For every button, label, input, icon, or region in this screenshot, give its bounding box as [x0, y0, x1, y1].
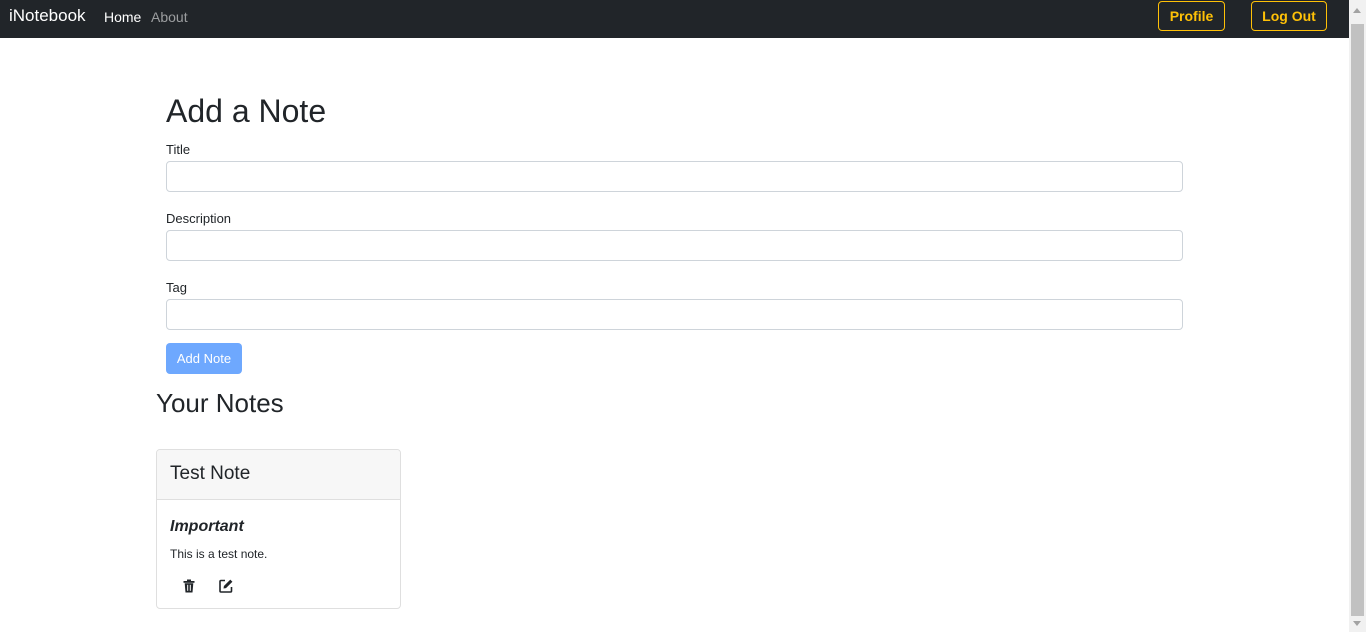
- title-input[interactable]: [166, 161, 1183, 192]
- your-notes-heading: Your Notes: [156, 388, 284, 418]
- scroll-down-arrow-icon[interactable]: [1353, 621, 1361, 626]
- profile-button[interactable]: Profile: [1158, 1, 1225, 31]
- scroll-up-arrow-icon[interactable]: [1353, 8, 1361, 13]
- edit-icon[interactable]: [218, 578, 234, 594]
- note-card-header: Test Note: [157, 450, 400, 500]
- add-note-heading: Add a Note: [166, 93, 327, 129]
- brand-logo-link[interactable]: iNotebook: [9, 6, 86, 26]
- description-input[interactable]: [166, 230, 1183, 261]
- note-title: Test Note: [170, 463, 251, 484]
- logout-button[interactable]: Log Out: [1251, 1, 1327, 31]
- nav-link-home[interactable]: Home: [104, 9, 141, 25]
- add-note-button[interactable]: Add Note: [166, 343, 242, 374]
- tag-input[interactable]: [166, 299, 1183, 330]
- description-label: Description: [166, 211, 232, 226]
- note-card: Test Note Important This is a test note.: [156, 449, 401, 609]
- page-scrollbar[interactable]: [1349, 0, 1366, 632]
- navbar: iNotebook Home About Profile Log Out: [0, 0, 1366, 38]
- nav-link-about[interactable]: About: [151, 9, 188, 25]
- tag-label: Tag: [166, 280, 187, 295]
- note-description: This is a test note.: [170, 547, 268, 561]
- scrollbar-thumb[interactable]: [1351, 24, 1364, 616]
- title-label: Title: [166, 142, 191, 157]
- note-tag: Important: [170, 518, 244, 535]
- trash-icon[interactable]: [181, 578, 197, 594]
